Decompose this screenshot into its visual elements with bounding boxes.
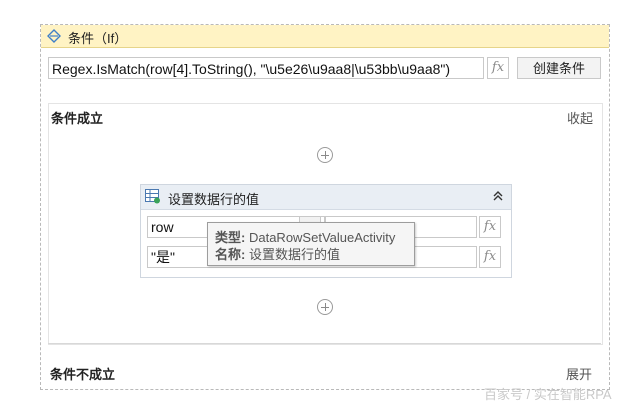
if-activity-frame[interactable]: 条件（If） Regex.IsMatch(row[4].ToString(), … xyxy=(40,24,610,390)
add-activity-bottom-icon[interactable] xyxy=(317,299,333,315)
tooltip-name-key: 名称: xyxy=(215,247,246,262)
activity-header[interactable]: 设置数据行的值 xyxy=(141,185,511,210)
branch-divider xyxy=(48,343,601,344)
condition-expression-button[interactable]: fx xyxy=(487,57,509,79)
then-section-label: 条件成立 xyxy=(51,111,104,126)
activity-title: 设置数据行的值 xyxy=(168,192,260,207)
if-activity-header[interactable]: 条件（If） xyxy=(41,25,609,48)
tooltip-type-key: 类型: xyxy=(215,230,246,245)
condition-input[interactable]: Regex.IsMatch(row[4].ToString(), "\u5e26… xyxy=(48,57,484,79)
data-table-icon xyxy=(145,189,160,204)
value-expression-button[interactable]: fx xyxy=(479,246,501,268)
add-activity-top-icon[interactable] xyxy=(317,147,333,163)
else-section-label: 条件不成立 xyxy=(50,367,116,382)
tooltip-type-value: DataRowSetValueActivity xyxy=(248,230,396,245)
collapse-chevron-icon[interactable] xyxy=(491,189,505,203)
tooltip-name-value: 设置数据行的值 xyxy=(248,247,340,262)
activity-tooltip: 类型: DataRowSetValueActivity 名称: 设置数据行的值 xyxy=(207,222,415,266)
diamond-icon xyxy=(47,29,61,43)
if-activity-title: 条件（If） xyxy=(68,31,128,46)
column-expression-button[interactable]: fx xyxy=(479,216,501,238)
create-condition-button[interactable]: 创建条件 xyxy=(517,57,601,79)
expand-else-link[interactable]: 展开 xyxy=(566,364,592,383)
watermark: 百家号 / 实在智能RPA xyxy=(484,387,612,402)
collapse-then-link[interactable]: 收起 xyxy=(567,108,593,127)
